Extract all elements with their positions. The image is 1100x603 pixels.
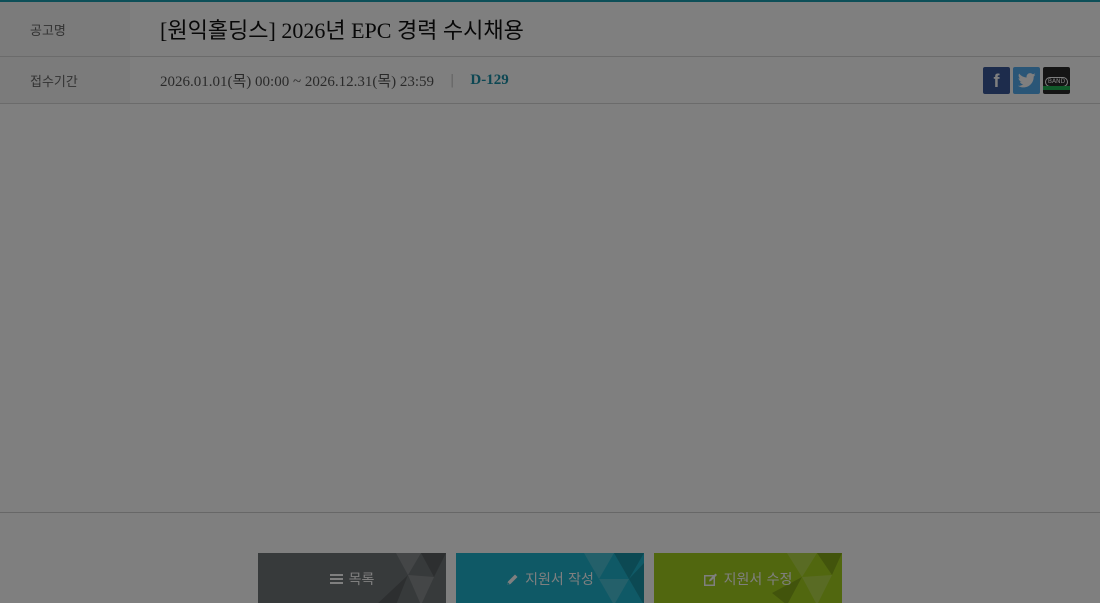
pencil-icon: [507, 574, 518, 585]
edit-button-label: 지원서 수정: [723, 572, 793, 588]
band-share-button[interactable]: BAND: [1043, 67, 1070, 94]
job-posting-page: 공고명 [원익홀딩스] 2026년 EPC 경력 수시채용 접수기간 2026.…: [0, 0, 1100, 603]
posting-title: [원익홀딩스] 2026년 EPC 경력 수시채용: [160, 18, 524, 43]
d-day-badge: D-129: [470, 71, 509, 88]
period-row: 접수기간 2026.01.01(목) 00:00 ~ 2026.12.31(목)…: [0, 57, 1100, 104]
title-label: 공고명: [0, 2, 130, 56]
period-separator: |: [450, 72, 455, 88]
share-buttons: f BAND: [983, 67, 1070, 94]
edit-icon: [703, 573, 717, 586]
band-icon: BAND: [1044, 76, 1069, 87]
posting-content: [0, 104, 1100, 512]
write-application-button[interactable]: 지원서 작성: [456, 553, 644, 603]
facebook-share-button[interactable]: f: [983, 67, 1010, 94]
application-period: 2026.01.01(목) 00:00 ~ 2026.12.31(목) 23:5…: [160, 73, 435, 90]
list-button-pattern: [378, 553, 446, 603]
twitter-share-button[interactable]: [1013, 67, 1040, 94]
twitter-icon: [1017, 73, 1036, 88]
list-button-label: 목록: [348, 572, 375, 588]
list-icon: [329, 574, 343, 584]
period-label: 접수기간: [0, 57, 130, 103]
band-icon-bar: [1043, 86, 1070, 90]
period-info: 2026.01.01(목) 00:00 ~ 2026.12.31(목) 23:5…: [160, 57, 509, 103]
facebook-icon: f: [993, 70, 1000, 91]
edit-application-button[interactable]: 지원서 수정: [654, 553, 842, 603]
list-button[interactable]: 목록: [258, 553, 446, 603]
title-row: 공고명 [원익홀딩스] 2026년 EPC 경력 수시채용: [0, 2, 1100, 57]
write-button-label: 지원서 작성: [525, 572, 594, 588]
